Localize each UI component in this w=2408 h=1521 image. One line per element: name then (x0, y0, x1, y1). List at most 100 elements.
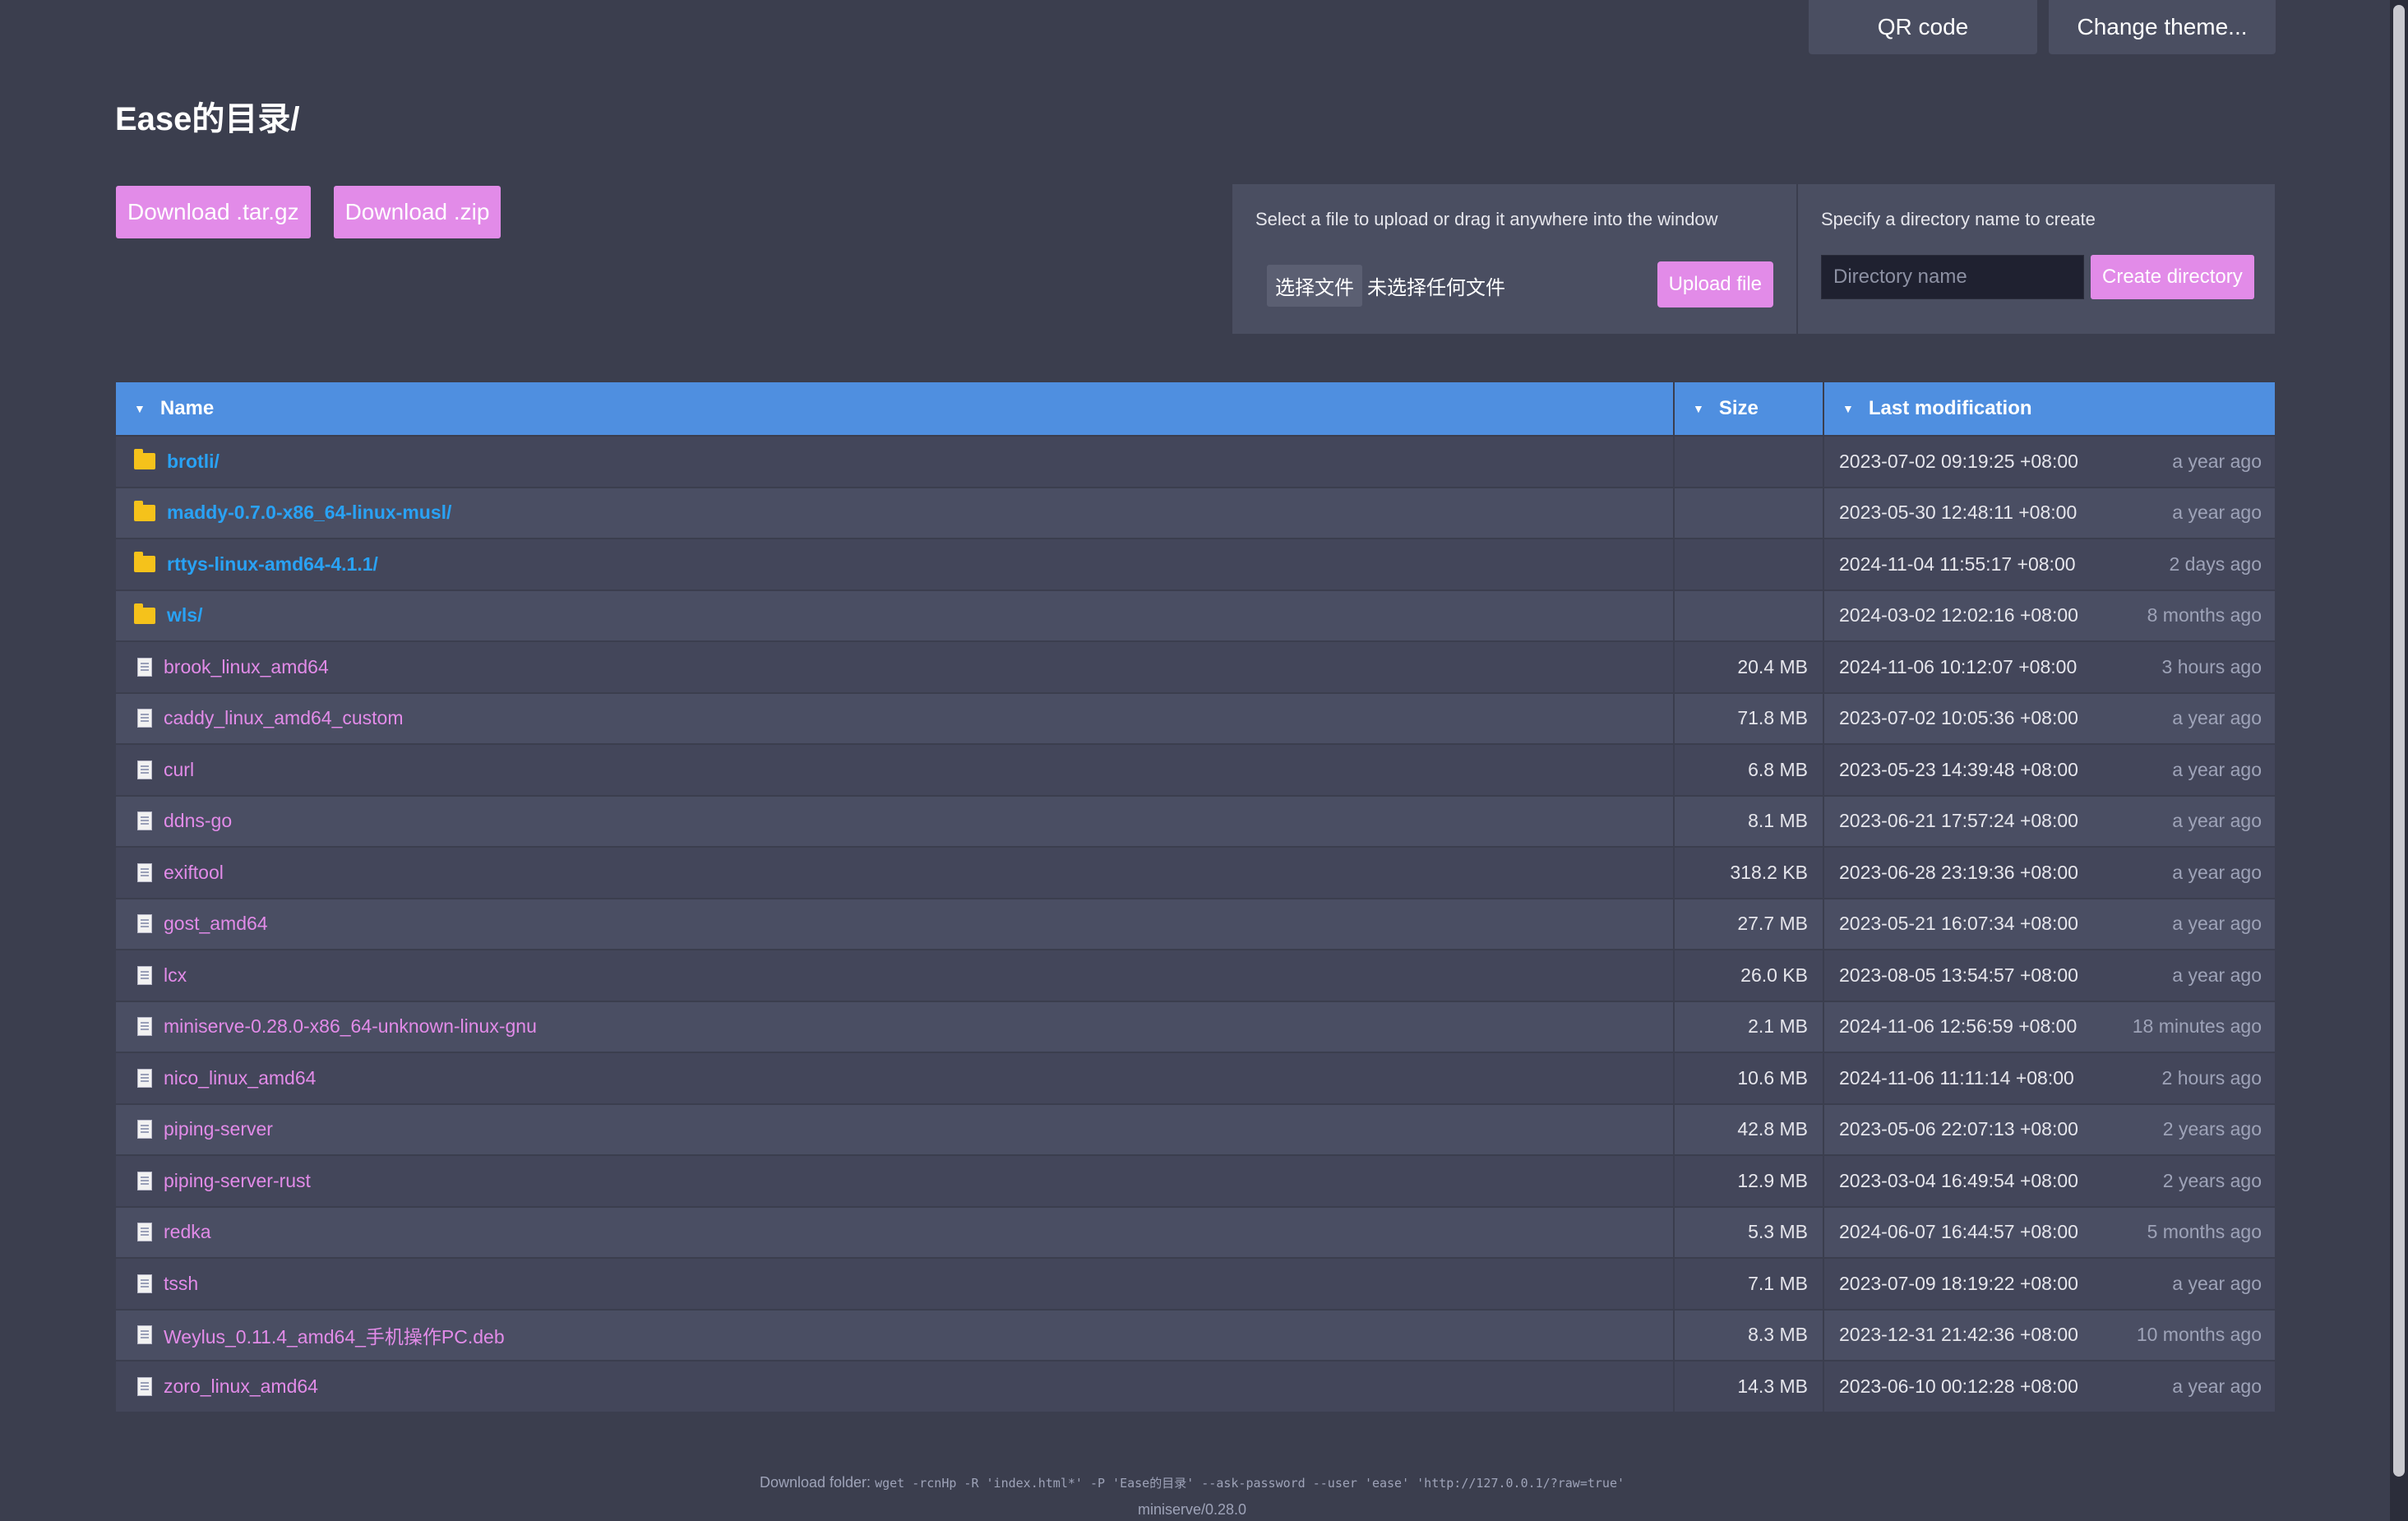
name-cell: maddy-0.7.0-x86_64-linux-musl/ (116, 488, 1675, 538)
modified-date: 2023-05-21 16:07:34 +08:00 (1839, 913, 2078, 935)
file-icon (137, 709, 152, 728)
modified-relative: 3 hours ago (2161, 655, 2262, 677)
size-cell (1675, 488, 1824, 538)
modified-relative: a year ago (2172, 502, 2262, 524)
modified-relative: 2 years ago (2162, 1169, 2262, 1191)
file-link[interactable]: gost_amd64 (164, 913, 268, 935)
table-row: ddns-go 8.1 MB 2023-06-21 17:57:24 +08:00 a… (116, 796, 2275, 848)
size-cell: 20.4 MB (1675, 642, 1824, 692)
modified-cell: 2023-05-21 16:07:34 +08:00 a year ago (1824, 899, 2275, 950)
download-zip-button[interactable]: Download .zip (333, 186, 501, 238)
download-targz-button[interactable]: Download .tar.gz (116, 186, 311, 238)
table-row: miniserve-0.28.0-x86_64-unknown-linux-gn… (116, 1001, 2275, 1053)
modified-cell: 2024-06-07 16:44:57 +08:00 5 months ago (1824, 1208, 2275, 1258)
file-link[interactable]: redka (164, 1221, 211, 1243)
directory-name-input[interactable] (1821, 255, 2084, 299)
table-row: redka 5.3 MB 2024-06-07 16:44:57 +08:00 5 m… (116, 1207, 2275, 1259)
qr-code-button[interactable]: QR code (1809, 0, 2037, 54)
modified-date: 2023-06-28 23:19:36 +08:00 (1839, 861, 2078, 883)
name-cell: piping-server (116, 1104, 1675, 1154)
file-link[interactable]: ddns-go (164, 810, 232, 832)
modified-cell: 2024-11-06 10:12:07 +08:00 3 hours ago (1824, 642, 2275, 692)
change-theme-button[interactable]: Change theme... (2049, 0, 2276, 54)
name-cell: exiftool (116, 848, 1675, 898)
directory-link[interactable]: rttys-linux-amd64-4.1.1/ (167, 553, 378, 576)
file-icon (137, 1171, 152, 1190)
file-link[interactable]: nico_linux_amd64 (164, 1067, 316, 1089)
file-link[interactable]: zoro_linux_amd64 (164, 1375, 318, 1398)
modified-cell: 2024-11-06 11:11:14 +08:00 2 hours ago (1824, 1053, 2275, 1103)
modified-cell: 2023-07-09 18:19:22 +08:00 a year ago (1824, 1259, 2275, 1309)
modified-date: 2023-03-04 16:49:54 +08:00 (1839, 1169, 2078, 1191)
upload-panel: Select a file to upload or drag it anywh… (1232, 184, 1798, 334)
file-link[interactable]: Weylus_0.11.4_amd64_手机操作PC.deb (164, 1321, 505, 1349)
table-row: lcx 26.0 KB 2023-08-05 13:54:57 +08:00 a ye… (116, 950, 2275, 1002)
modified-relative: a year ago (2172, 861, 2262, 883)
size-cell: 5.3 MB (1675, 1207, 1824, 1257)
name-column-header[interactable]: ▼ Name (116, 382, 1675, 435)
upload-label: Select a file to upload or drag it anywh… (1255, 209, 1718, 229)
file-link[interactable]: exiftool (164, 862, 224, 884)
name-cell: gost_amd64 (116, 899, 1675, 949)
modified-relative: 18 minutes ago (2132, 1015, 2262, 1038)
size-cell: 7.1 MB (1675, 1259, 1824, 1309)
choose-file-button[interactable]: 选择文件 (1267, 265, 1362, 307)
vertical-scrollbar[interactable] (2390, 0, 2408, 1521)
size-cell: 71.8 MB (1675, 693, 1824, 743)
file-link[interactable]: tssh (164, 1273, 198, 1295)
toolbox-panels: Select a file to upload or drag it anywh… (1232, 184, 2275, 334)
file-link[interactable]: brook_linux_amd64 (164, 656, 329, 678)
top-toolbar: QR code Change theme... (1809, 0, 2276, 54)
modified-date: 2023-05-23 14:39:48 +08:00 (1839, 758, 2078, 780)
modified-date: 2024-03-02 12:02:16 +08:00 (1839, 604, 2078, 626)
modified-relative: 2 years ago (2162, 1118, 2262, 1140)
file-link[interactable]: piping-server-rust (164, 1170, 311, 1192)
modified-date: 2024-11-04 11:55:17 +08:00 (1839, 552, 2076, 575)
name-cell: curl (116, 745, 1675, 795)
file-chooser: 选择文件 未选择任何文件 (1267, 265, 1505, 307)
modified-cell: 2023-06-28 23:19:36 +08:00 a year ago (1824, 848, 2275, 898)
modified-cell: 2023-07-02 09:19:25 +08:00 a year ago (1824, 437, 2275, 487)
folder-icon (134, 449, 155, 470)
table-row: nico_linux_amd64 10.6 MB 2024-11-06 11:11:… (116, 1053, 2275, 1105)
modified-date: 2023-05-06 22:07:13 +08:00 (1839, 1118, 2078, 1140)
file-link[interactable]: curl (164, 759, 194, 781)
scrollbar-thumb[interactable] (2393, 5, 2405, 1477)
folder-icon (134, 603, 155, 624)
size-cell: 8.1 MB (1675, 796, 1824, 846)
sort-arrow-icon: ▼ (1693, 402, 1704, 415)
table-row: Weylus_0.11.4_amd64_手机操作PC.deb 8.3 MB 2023… (116, 1310, 2275, 1362)
file-icon (137, 1068, 152, 1088)
modified-relative: 8 months ago (2147, 604, 2262, 626)
table-header: ▼ Name ▼ Size ▼ Last modification (116, 382, 2275, 437)
create-directory-button[interactable]: Create directory (2091, 255, 2254, 299)
modified-relative: 2 days ago (2169, 552, 2262, 575)
modified-date: 2023-07-02 10:05:36 +08:00 (1839, 707, 2078, 729)
directory-link[interactable]: wls/ (167, 604, 202, 626)
name-cell: zoro_linux_amd64 (116, 1362, 1675, 1412)
size-column-header[interactable]: ▼ Size (1675, 382, 1824, 435)
page: QR code Change theme... Ease的目录/ Downloa… (0, 0, 2408, 1521)
modified-cell: 2024-11-06 12:56:59 +08:00 18 minutes ago (1824, 1002, 2275, 1052)
modified-date: 2024-06-07 16:44:57 +08:00 (1839, 1221, 2078, 1243)
modified-relative: a year ago (2172, 964, 2262, 986)
file-icon (137, 914, 152, 934)
directory-link[interactable]: maddy-0.7.0-x86_64-linux-musl/ (167, 502, 451, 524)
size-cell: 318.2 KB (1675, 848, 1824, 898)
upload-file-button[interactable]: Upload file (1657, 261, 1773, 307)
file-icon (137, 1274, 152, 1293)
name-cell: wls/ (116, 590, 1675, 640)
directory-link[interactable]: brotli/ (167, 451, 220, 473)
modified-column-header[interactable]: ▼ Last modification (1824, 382, 2275, 435)
size-cell: 8.3 MB (1675, 1310, 1824, 1360)
modified-relative: 2 hours ago (2161, 1066, 2262, 1089)
file-icon (137, 965, 152, 985)
modified-cell: 2024-11-04 11:55:17 +08:00 2 days ago (1824, 539, 2275, 589)
wget-command: wget -rcnHp -R 'index.html*' -P 'Ease的目录… (875, 1476, 1625, 1491)
file-link[interactable]: piping-server (164, 1118, 273, 1140)
file-link[interactable]: lcx (164, 964, 187, 987)
file-link[interactable]: caddy_linux_amd64_custom (164, 707, 404, 729)
size-cell: 42.8 MB (1675, 1104, 1824, 1154)
table-row: zoro_linux_amd64 14.3 MB 2023-06-10 00:12:… (116, 1362, 2275, 1413)
file-link[interactable]: miniserve-0.28.0-x86_64-unknown-linux-gn… (164, 1015, 537, 1038)
